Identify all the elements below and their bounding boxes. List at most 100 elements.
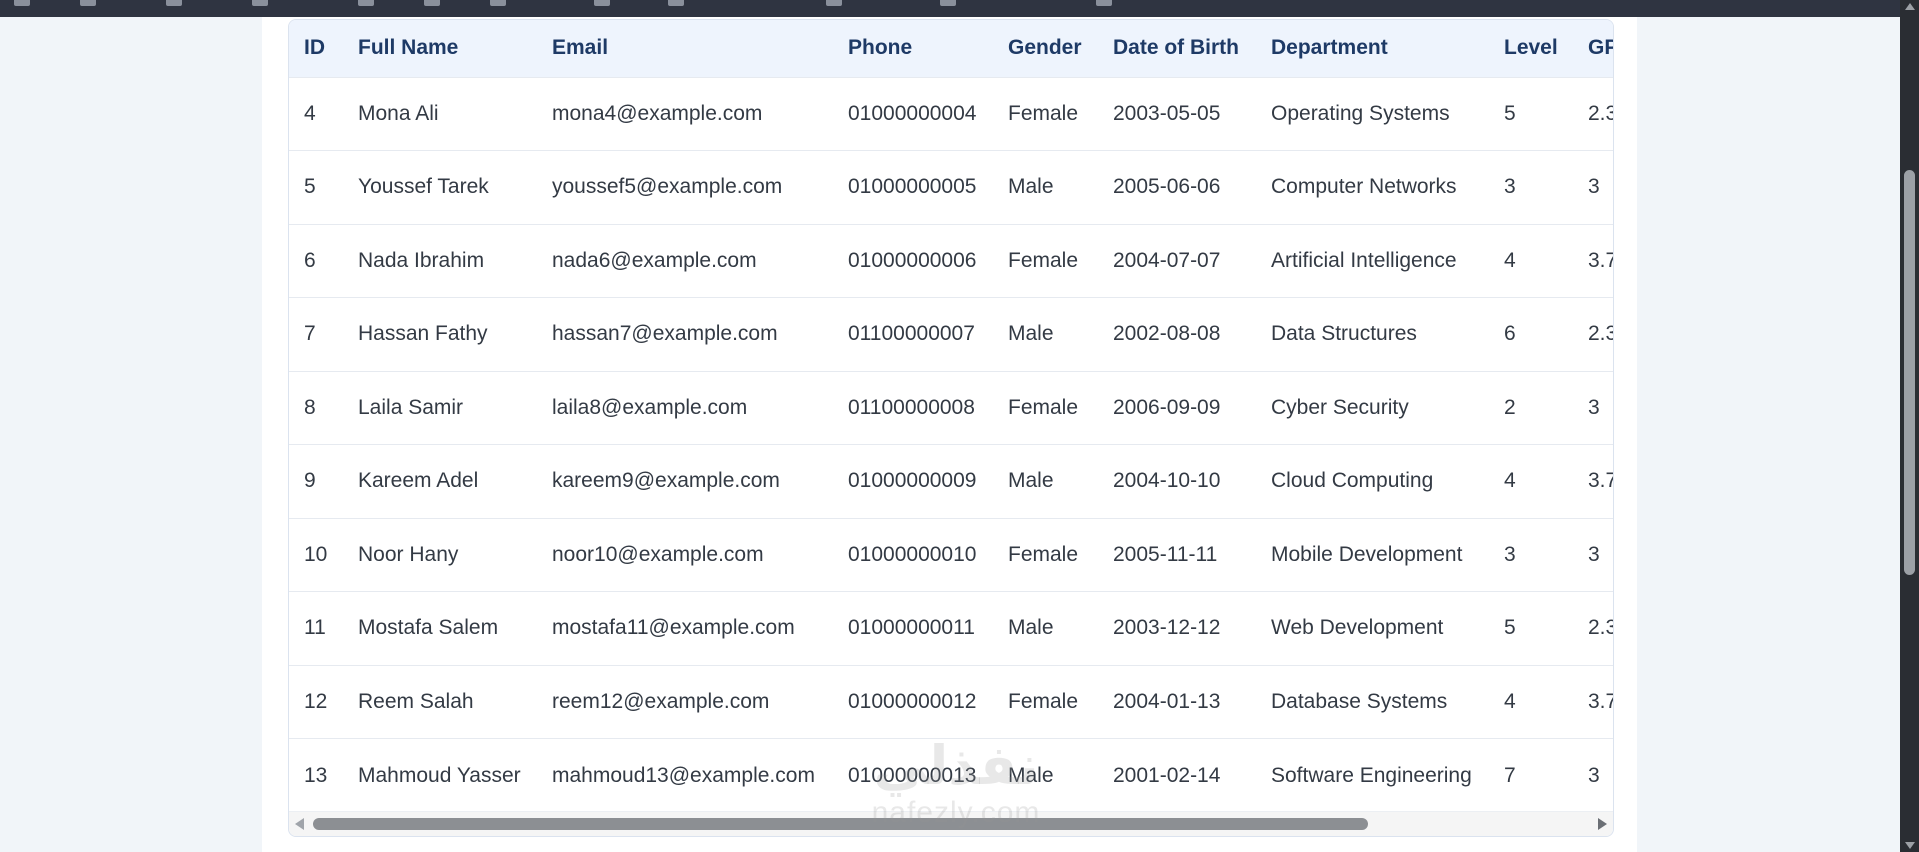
column-header-department[interactable]: Department [1256,20,1489,77]
cell-full-name: Mona Ali [358,101,439,125]
cell-gpa: 2.3 [1588,616,1613,640]
table-row[interactable]: 9 Kareem Adel kareem9@example.com 010000000… [289,444,1613,519]
column-header-phone[interactable]: Phone [833,20,993,77]
scroll-down-arrow-icon[interactable] [1905,842,1915,849]
cell-department: Data Structures [1271,322,1417,346]
toolbar-icon[interactable] [490,0,506,6]
cell-level: 4 [1504,469,1516,493]
cell-gpa: 3.7 [1588,689,1613,713]
cell-email: mostafa11@example.com [552,616,795,640]
horizontal-scrollbar[interactable] [289,811,1613,836]
toolbar-icon[interactable] [14,0,30,6]
cell-department: Database Systems [1271,689,1448,713]
cell-email: mahmoud13@example.com [552,763,815,787]
vertical-scrollbar[interactable] [1900,0,1919,852]
cell-department: Operating Systems [1271,101,1450,125]
cell-gpa: 3.7 [1588,248,1613,272]
cell-gender: Male [1008,469,1054,493]
scroll-right-arrow-icon[interactable] [1598,818,1607,830]
cell-date-of-birth: 2006-09-09 [1113,395,1221,419]
table-row[interactable]: 11 Mostafa Salem mostafa11@example.com 0100… [289,591,1613,666]
cell-date-of-birth: 2001-02-14 [1113,763,1221,787]
cell-date-of-birth: 2003-05-05 [1113,101,1221,125]
cell-date-of-birth: 2004-10-10 [1113,469,1221,493]
cell-phone: 01000000009 [848,469,977,493]
toolbar-icon[interactable] [668,0,684,6]
cell-gpa: 3 [1588,395,1600,419]
table-header-row: ID Full Name Email Phone Gender Date of Birth… [289,20,1613,77]
cell-id: 6 [304,248,316,272]
column-header-email[interactable]: Email [537,20,833,77]
column-header-full-name[interactable]: Full Name [343,20,537,77]
cell-full-name: Mostafa Salem [358,616,499,640]
cell-gpa: 3.7 [1588,469,1613,493]
scroll-left-arrow-icon[interactable] [295,818,304,830]
cell-date-of-birth: 2002-08-08 [1113,322,1221,346]
toolbar-icon[interactable] [424,0,440,6]
toolbar-icon[interactable] [826,0,842,6]
table-row[interactable]: 10 Noor Hany noor10@example.com 01000000010… [289,518,1613,592]
table-row[interactable]: 13 Mahmoud Yasser mahmoud13@example.com 010… [289,738,1613,813]
cell-gender: Female [1008,248,1079,272]
toolbar-icon[interactable] [594,0,610,6]
cell-level: 2 [1504,395,1516,419]
scroll-up-arrow-icon[interactable] [1905,3,1915,10]
toolbar-icon[interactable] [358,0,374,6]
table-row[interactable]: 4 Mona Ali mona4@example.com 01000000004 Fem… [289,77,1613,151]
cell-full-name: Youssef Tarek [358,175,489,199]
cell-department: Software Engineering [1271,763,1472,787]
toolbar-icon[interactable] [166,0,182,6]
cell-level: 3 [1504,542,1516,566]
cell-department: Artificial Intelligence [1271,248,1457,272]
cell-department: Web Development [1271,616,1444,640]
toolbar-icon[interactable] [80,0,96,6]
cell-gpa: 2.3 [1588,101,1613,125]
cell-email: youssef5@example.com [552,175,783,199]
cell-id: 11 [304,616,326,640]
cell-gender: Female [1008,101,1079,125]
column-header-level[interactable]: Level [1489,20,1573,77]
vertical-scrollbar-thumb[interactable] [1904,170,1915,575]
table-row[interactable]: 7 Hassan Fathy hassan7@example.com 01100000… [289,297,1613,372]
column-header-gender[interactable]: Gender [993,20,1098,77]
cell-id: 5 [304,175,316,199]
cell-level: 7 [1504,763,1516,787]
horizontal-scrollbar-thumb[interactable] [313,818,1368,830]
cell-email: laila8@example.com [552,395,748,419]
cell-email: kareem9@example.com [552,469,780,493]
cell-gender: Female [1008,542,1079,566]
table-row[interactable]: 5 Youssef Tarek youssef5@example.com 010000… [289,150,1613,225]
cell-gender: Female [1008,689,1079,713]
toolbar-icon[interactable] [252,0,268,6]
cell-email: hassan7@example.com [552,322,778,346]
cell-level: 5 [1504,616,1516,640]
cell-full-name: Reem Salah [358,689,474,713]
cell-email: noor10@example.com [552,542,764,566]
toolbar-icon[interactable] [1096,0,1112,6]
cell-id: 8 [304,395,316,419]
browser-top-bar [0,0,1900,17]
cell-gender: Male [1008,322,1054,346]
table-body: 4 Mona Ali mona4@example.com 01000000004 Fem… [289,77,1613,813]
cell-department: Computer Networks [1271,175,1457,199]
cell-date-of-birth: 2004-07-07 [1113,248,1221,272]
cell-date-of-birth: 2005-11-11 [1113,542,1218,566]
cell-level: 4 [1504,689,1516,713]
cell-id: 12 [304,689,328,713]
table-row[interactable]: 6 Nada Ibrahim nada6@example.com 0100000000… [289,224,1613,298]
cell-full-name: Noor Hany [358,542,459,566]
cell-phone: 01000000004 [848,101,977,125]
cell-phone: 01000000012 [848,689,977,713]
table-row[interactable]: 12 Reem Salah reem12@example.com 0100000001… [289,665,1613,739]
column-header-gpa[interactable]: GPA [1573,20,1613,77]
table-row[interactable]: 8 Laila Samir laila8@example.com 0110000000… [289,371,1613,445]
cell-gender: Male [1008,175,1054,199]
cell-date-of-birth: 2004-01-13 [1113,689,1221,713]
column-header-date-of-birth[interactable]: Date of Birth [1098,20,1256,77]
toolbar-icon[interactable] [940,0,956,6]
cell-gender: Female [1008,395,1079,419]
cell-department: Cloud Computing [1271,469,1434,493]
cell-id: 7 [304,322,316,346]
cell-full-name: Laila Samir [358,395,464,419]
column-header-id[interactable]: ID [289,20,343,77]
